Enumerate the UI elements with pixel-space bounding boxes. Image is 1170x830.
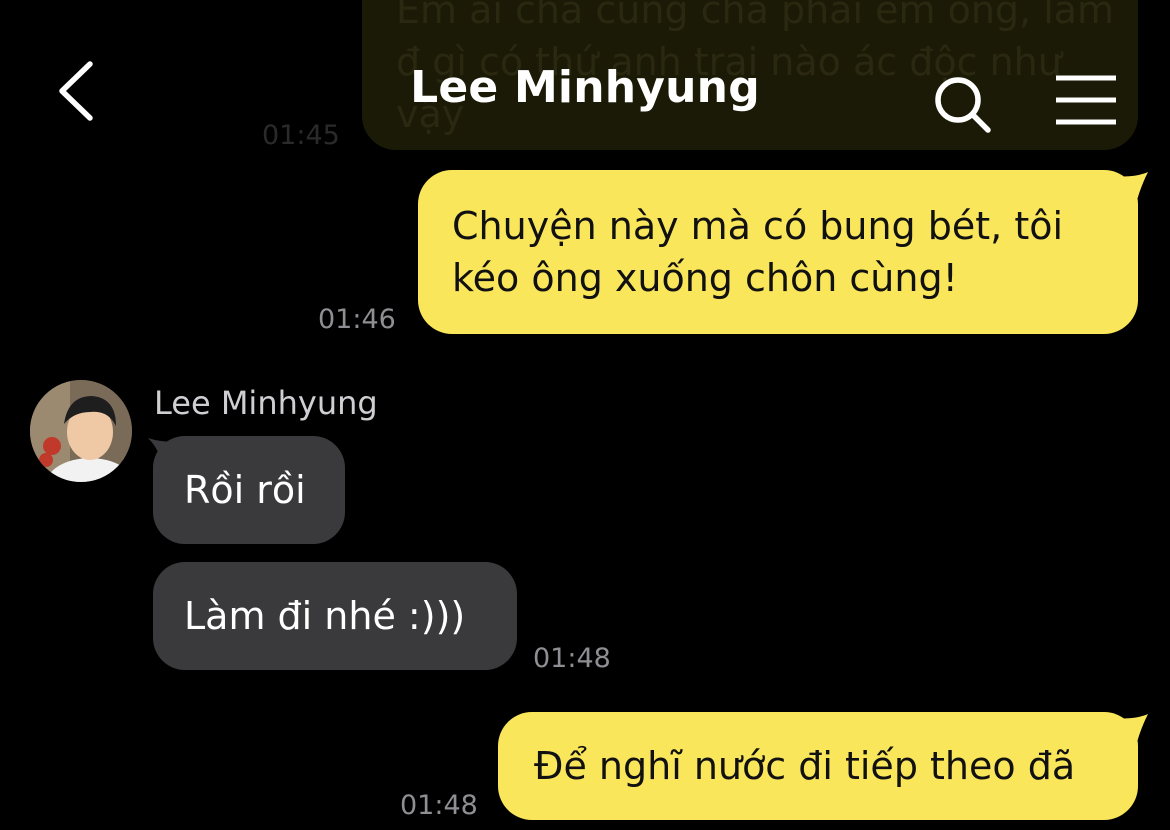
message-timestamp: 01:48 [400, 790, 478, 821]
message-timestamp: 01:45 [262, 120, 340, 151]
message-bubble-incoming[interactable]: Làm đi nhé :))) [153, 562, 517, 670]
chat-title: Lee Minhyung [410, 62, 760, 113]
message-text-line: Chuyện này mà có bung bét, tôi [452, 204, 1064, 248]
message-text: Làm đi nhé :))) [184, 594, 466, 638]
message-timestamp: 01:48 [533, 643, 611, 674]
avatar[interactable] [30, 380, 132, 482]
bubble-tail [1114, 170, 1150, 204]
message-text: Rồi rồi [184, 468, 306, 512]
message-bubble-outgoing[interactable]: Chuyện này mà có bung bét, tôi kéo ông x… [418, 170, 1138, 334]
message-bubble-incoming[interactable]: Rồi rồi [153, 436, 345, 544]
message-bubble-outgoing[interactable]: Để nghĩ nước đi tiếp theo đã [498, 712, 1138, 820]
message-timestamp: 01:46 [318, 304, 396, 335]
message-text-line: kéo ông xuống chôn cùng! [452, 256, 958, 300]
sender-name: Lee Minhyung [154, 384, 378, 422]
search-icon[interactable] [932, 74, 994, 136]
bubble-tail [1114, 712, 1150, 746]
menu-icon[interactable] [1054, 74, 1118, 126]
message-text: Để nghĩ nước đi tiếp theo đã [534, 744, 1076, 788]
